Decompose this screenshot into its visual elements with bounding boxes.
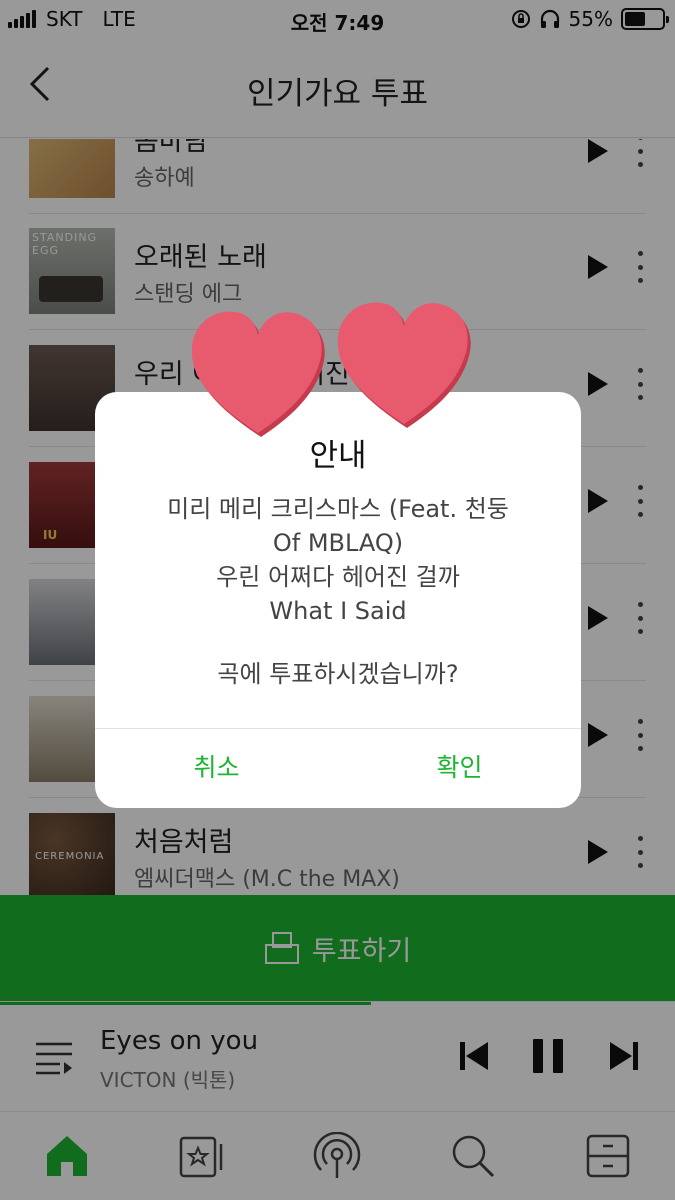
heart-icon: [337, 302, 471, 428]
alert-message: 미리 메리 크리스마스 (Feat. 천둥 Of MBLAQ) 우린 어쩌다 헤…: [115, 492, 561, 628]
alert-question: 곡에 투표하시겠습니까?: [217, 660, 459, 688]
cancel-button[interactable]: 취소: [95, 728, 338, 808]
message-line: 미리 메리 크리스마스 (Feat. 천둥: [167, 495, 509, 523]
message-line: What I Said: [269, 597, 407, 625]
heart-icon: [191, 311, 325, 437]
message-line: Of MBLAQ): [272, 529, 404, 557]
alert-title: 안내: [309, 438, 367, 474]
message-line: 우린 어쩌다 헤어진 걸까: [216, 563, 460, 591]
alert-dialog: 안내 미리 메리 크리스마스 (Feat. 천둥 Of MBLAQ) 우린 어쩌…: [95, 392, 581, 808]
confirm-button[interactable]: 확인: [338, 728, 581, 808]
